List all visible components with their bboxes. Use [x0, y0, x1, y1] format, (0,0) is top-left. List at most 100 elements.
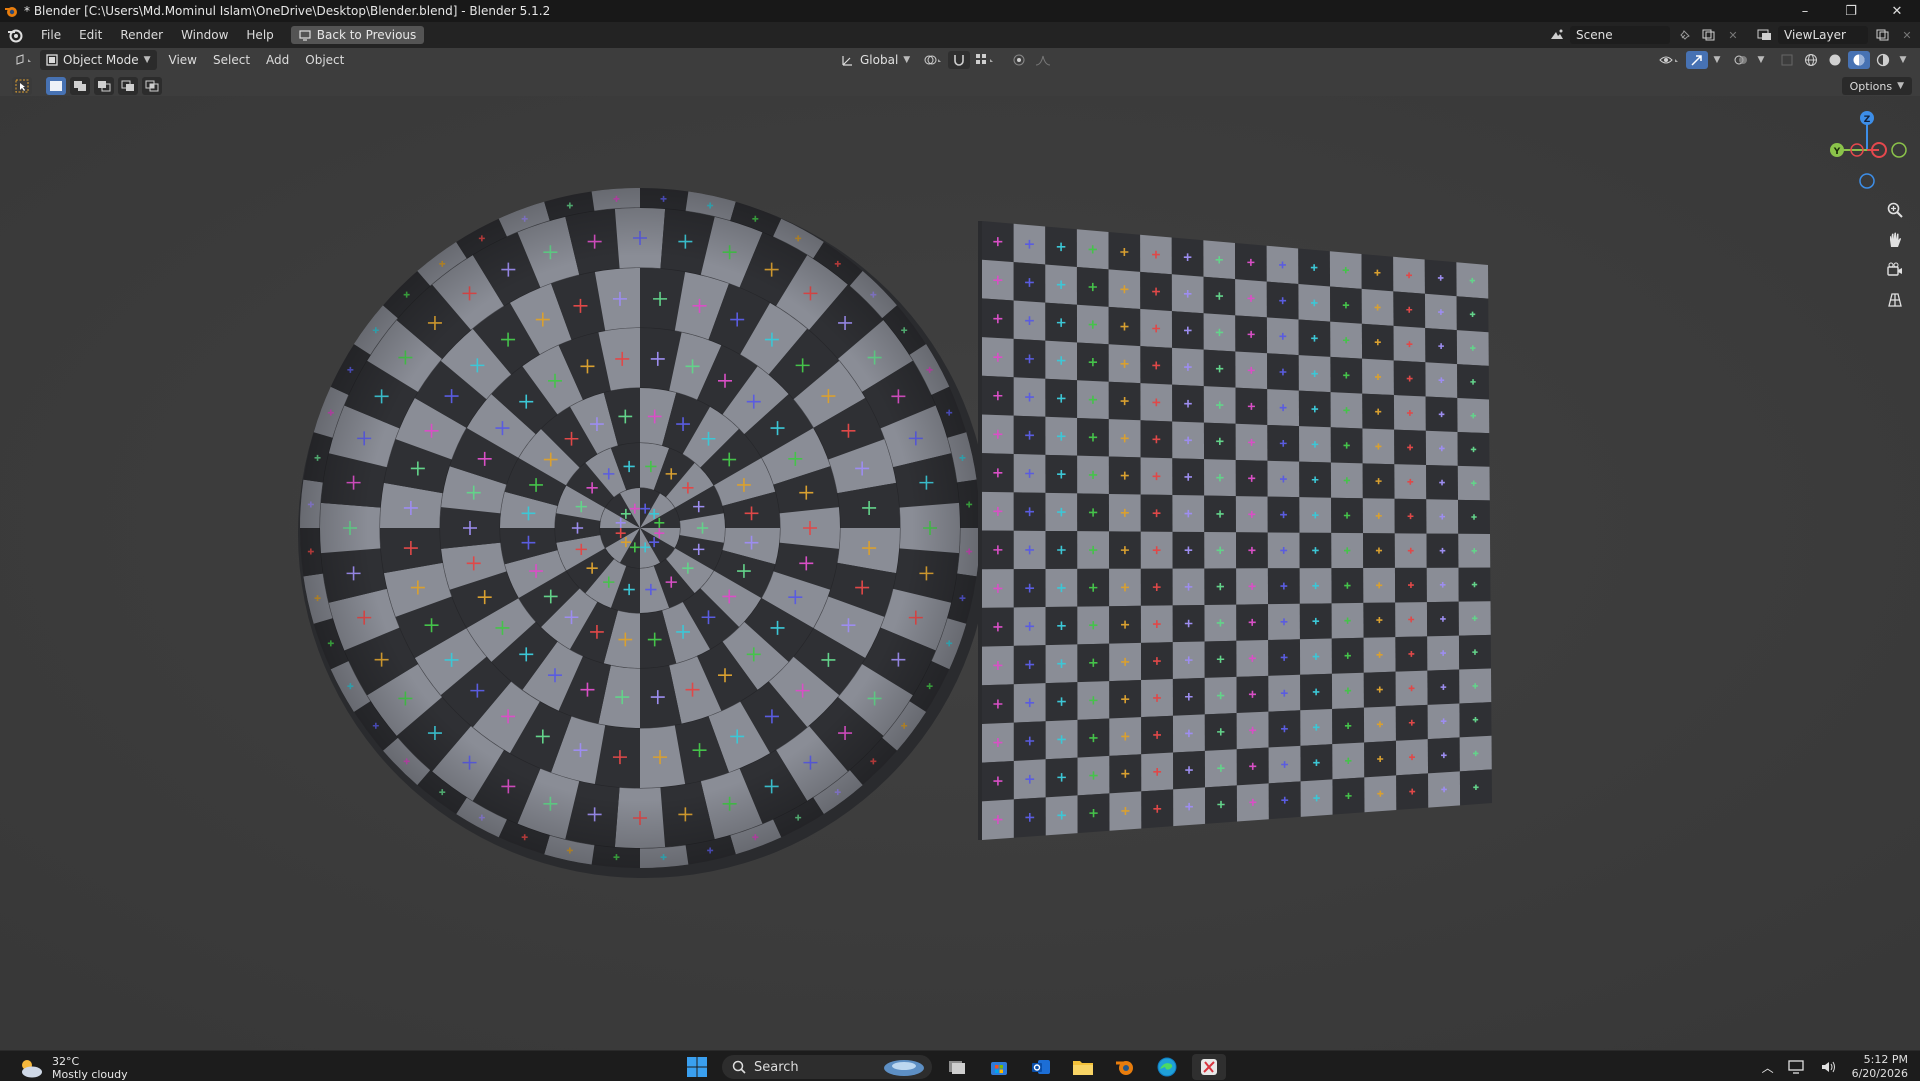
camera-view-icon[interactable] — [1883, 258, 1907, 282]
search-icon — [732, 1060, 746, 1074]
delete-scene-x: ✕ — [1728, 28, 1738, 42]
editor-type-icon[interactable] — [10, 51, 38, 69]
perspective-ortho-toggle-icon[interactable] — [1883, 288, 1907, 312]
snap-target-icon[interactable] — [972, 51, 1000, 69]
windows-start-icon — [687, 1057, 707, 1077]
task-view-button[interactable] — [940, 1054, 974, 1080]
search-highlight-icon — [884, 1060, 924, 1076]
menu-object[interactable]: Object — [297, 48, 352, 72]
object-mode-label: Object Mode — [63, 53, 139, 67]
viewlayer-name-field[interactable]: ViewLayer — [1778, 26, 1868, 44]
snipping-tool-button[interactable] — [1192, 1054, 1226, 1080]
weather-widget[interactable]: 32°C Mostly cloudy — [18, 1055, 128, 1081]
blender-logo-icon[interactable] — [6, 26, 24, 44]
solid-shading-icon[interactable] — [1824, 51, 1846, 69]
edge-browser-button[interactable] — [1150, 1054, 1184, 1080]
pivot-point-icon[interactable] — [920, 51, 946, 69]
options-label: Options — [1849, 79, 1893, 93]
selection-new-icon — [50, 81, 62, 91]
zoom-icon[interactable] — [1883, 198, 1907, 222]
select-mode-subtract[interactable] — [94, 77, 114, 95]
chevron-down-icon: ▼ — [903, 55, 911, 65]
gizmo-options-chevron-icon[interactable]: ▼ — [1710, 51, 1724, 69]
microsoft-store-button[interactable] — [982, 1054, 1016, 1080]
taskbar-clock[interactable]: 5:12 PM 6/20/2026 — [1852, 1053, 1908, 1081]
rendered-shading-icon[interactable] — [1872, 51, 1894, 69]
show-overlays-toggle-icon[interactable] — [1730, 51, 1752, 69]
select-mode-invert[interactable] — [118, 77, 138, 95]
select-mode-extend[interactable] — [70, 77, 90, 95]
wireframe-shading-icon[interactable] — [1800, 51, 1822, 69]
clock-time: 5:12 PM — [1863, 1053, 1908, 1066]
network-monitor-icon[interactable] — [1787, 1059, 1806, 1075]
start-button[interactable] — [680, 1054, 714, 1080]
menu-render[interactable]: Render — [111, 22, 172, 48]
menu-file[interactable]: File — [32, 22, 70, 48]
select-box-tool[interactable] — [12, 77, 32, 95]
minimize-button[interactable]: – — [1782, 0, 1828, 22]
file-explorer-button[interactable] — [1066, 1054, 1100, 1080]
scene-name-field[interactable]: Scene — [1570, 26, 1670, 44]
volume-speaker-icon[interactable] — [1820, 1059, 1838, 1075]
select-mode-new[interactable] — [46, 77, 66, 95]
menu-help[interactable]: Help — [237, 22, 282, 48]
pin-scene-icon[interactable] — [1674, 26, 1696, 44]
delete-scene-icon[interactable]: ✕ — [1722, 26, 1744, 44]
gizmo-neg-y-handle[interactable] — [1891, 142, 1907, 158]
proportional-falloff-icon[interactable] — [1032, 51, 1060, 69]
new-scene-icon[interactable] — [1698, 26, 1720, 44]
cloud-sun-icon — [22, 1060, 42, 1078]
snap-toggle-icon[interactable] — [948, 51, 971, 69]
object-mode-dropdown[interactable]: Object Mode ▼ — [40, 50, 157, 70]
task-view-icon — [949, 1061, 965, 1074]
chevron-down-icon: ▼ — [1897, 81, 1904, 91]
blender-taskbar-button[interactable] — [1108, 1054, 1142, 1080]
pan-hand-icon[interactable] — [1883, 228, 1907, 252]
window-title-bar: * Blender [C:\Users\Md.Mominul Islam\One… — [0, 0, 1920, 22]
menu-add[interactable]: Add — [258, 48, 297, 72]
proportional-editing-icon[interactable] — [1008, 51, 1030, 69]
viewport-3d-canvas[interactable] — [0, 0, 1920, 1050]
shading-options-chevron-icon[interactable]: ▼ — [1896, 51, 1910, 69]
menu-select[interactable]: Select — [205, 48, 258, 72]
checker-plane-object[interactable] — [978, 221, 1492, 840]
selectability-visibility-icon[interactable] — [1656, 51, 1684, 69]
cursor-select-icon — [15, 79, 29, 93]
viewlayer-selector-icon[interactable] — [1754, 26, 1776, 44]
snipping-tool-icon — [1201, 1059, 1217, 1075]
maximize-button[interactable]: ❐ — [1828, 0, 1874, 22]
viewport-header: Object Mode ▼ View Select Add Object Glo… — [0, 48, 1920, 72]
xray-toggle-icon[interactable] — [1776, 51, 1798, 69]
material-preview-shading-icon[interactable] — [1848, 51, 1870, 69]
scene-name: Scene — [1576, 28, 1613, 42]
gizmo-neg-z-handle[interactable] — [1859, 173, 1875, 189]
disc-shading — [300, 188, 980, 868]
outlook-button[interactable] — [1024, 1054, 1058, 1080]
menu-edit[interactable]: Edit — [70, 22, 111, 48]
gizmo-y-label: Y — [1833, 147, 1841, 157]
select-mode-intersect[interactable] — [142, 77, 162, 95]
chevron-up-icon[interactable]: ︿ — [1762, 1059, 1774, 1076]
back-to-previous-button[interactable]: Back to Previous — [290, 26, 425, 44]
overlay-options-chevron-icon[interactable]: ▼ — [1754, 51, 1768, 69]
window-title: * Blender [C:\Users\Md.Mominul Islam\One… — [24, 4, 551, 18]
show-gizmo-toggle-icon[interactable] — [1686, 51, 1708, 69]
checker-disc-object[interactable] — [298, 188, 990, 878]
delete-viewlayer-icon[interactable]: ✕ — [1896, 26, 1918, 44]
navigation-gizmo[interactable]: Z Y — [1820, 106, 1920, 196]
close-button[interactable]: ✕ — [1874, 0, 1920, 22]
windows-taskbar: 32°C Mostly cloudy Search ︿ 5:12 PM 6/20… — [0, 1050, 1920, 1081]
menu-window[interactable]: Window — [172, 22, 237, 48]
orientation-axis-icon — [842, 56, 852, 66]
transform-orientation-label: Global — [860, 53, 899, 67]
clock-date: 6/20/2026 — [1851, 1067, 1908, 1080]
top-menu-bar: File Edit Render Window Help Back to Pre… — [0, 22, 1920, 48]
scene-selector-icon[interactable] — [1546, 26, 1568, 44]
transform-orientation-dropdown[interactable]: Global ▼ — [835, 50, 916, 70]
toolbar-expand-arrow-icon[interactable]: › — [3, 124, 7, 135]
menu-view[interactable]: View — [161, 48, 205, 72]
options-dropdown[interactable]: Options ▼ — [1841, 77, 1912, 95]
new-viewlayer-icon[interactable] — [1872, 26, 1894, 44]
taskbar-search-box[interactable]: Search — [722, 1055, 932, 1079]
gizmo-z-label: Z — [1864, 115, 1871, 125]
